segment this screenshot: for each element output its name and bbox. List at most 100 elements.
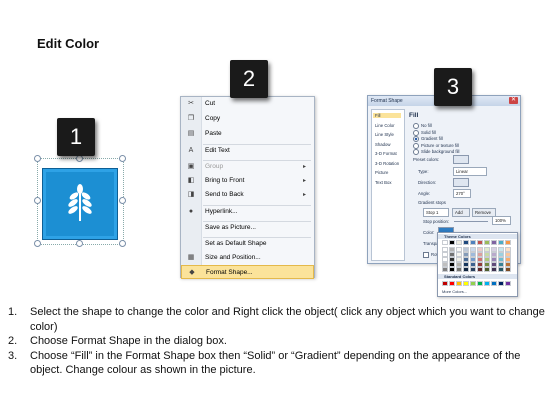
category-picture[interactable]: Picture [375, 170, 388, 175]
stop-position-slider[interactable] [454, 221, 488, 222]
category-3-d-rotation[interactable]: 3-D Rotation [375, 161, 399, 166]
menu-item-label: Format Shape... [206, 269, 253, 276]
menu-item-label: Send to Back [205, 191, 244, 198]
radio-icon[interactable] [413, 149, 419, 155]
category-fill[interactable]: Fill [373, 113, 401, 118]
color-swatch[interactable] [470, 267, 476, 272]
scissors-icon: ✂ [188, 100, 194, 107]
resize-handle[interactable] [76, 240, 83, 247]
bring-front-icon: ◧ [187, 177, 195, 184]
color-swatch[interactable] [449, 240, 455, 245]
fill-option-label: Picture or texture fill [421, 142, 459, 148]
menu-item-group[interactable]: ▣ Group ▸ [181, 160, 314, 174]
resize-handle[interactable] [34, 155, 41, 162]
color-label: Color: [423, 230, 435, 235]
resize-handle[interactable] [76, 155, 83, 162]
standard-color-swatch[interactable] [477, 281, 483, 286]
color-swatch[interactable] [456, 267, 462, 272]
resize-handle[interactable] [34, 240, 41, 247]
instruction-text: Choose “Fill” in the Format Shape box th… [30, 349, 521, 377]
color-swatch[interactable] [442, 267, 448, 272]
instruction-number: 1. [8, 306, 18, 318]
fill-option-picture-or-texture-fill[interactable]: Picture or texture fill [413, 142, 459, 149]
standard-color-swatch[interactable] [456, 281, 462, 286]
radio-icon[interactable] [413, 123, 419, 129]
category-text-box[interactable]: Text Box [375, 180, 391, 185]
menu-item-hyperlink[interactable]: ● Hyperlink... [181, 205, 314, 219]
category-line-color[interactable]: Line Color [375, 123, 395, 128]
color-swatch[interactable] [463, 267, 469, 272]
menu-item-label: Save as Picture... [205, 224, 256, 231]
fill-option-no-fill[interactable]: No fill [413, 123, 432, 129]
color-swatch[interactable] [477, 267, 483, 272]
color-swatch[interactable] [491, 240, 497, 245]
radio-icon[interactable] [413, 142, 419, 149]
standard-color-swatch[interactable] [449, 281, 455, 286]
resize-handle[interactable] [34, 197, 41, 204]
standard-color-swatch[interactable] [463, 281, 469, 286]
menu-separator [203, 205, 311, 206]
menu-item-bring-to-front[interactable]: ◧ Bring to Front ▸ [181, 174, 314, 188]
color-swatch[interactable] [484, 240, 490, 245]
color-swatch[interactable] [505, 240, 511, 245]
stop-position-input[interactable]: 100% [492, 216, 511, 225]
menu-item-paste[interactable]: ▤ Paste [181, 127, 314, 141]
fill-option-label: Solid fill [421, 129, 436, 135]
color-swatch[interactable] [470, 240, 476, 245]
add-button[interactable]: Add [452, 208, 470, 217]
page-title: Edit Color [37, 36, 100, 51]
color-swatch[interactable] [442, 240, 448, 245]
color-swatch[interactable] [498, 240, 504, 245]
menu-item-set-as-default-shape[interactable]: Set as Default Shape [181, 237, 314, 251]
instruction-item: 3. Choose “Fill” in the Format Shape box … [8, 349, 553, 378]
type-select[interactable]: Linear [453, 167, 487, 176]
close-icon[interactable]: ✕ [509, 97, 518, 104]
more-colors-link[interactable]: More Colors... [442, 289, 467, 294]
color-swatch[interactable] [505, 267, 511, 272]
stop-select[interactable]: Stop 1 [423, 208, 449, 217]
angle-input[interactable]: 270° [453, 189, 471, 198]
preset-colors-button[interactable] [453, 155, 469, 164]
stop-position-label: Stop position: [423, 219, 450, 224]
radio-icon[interactable] [413, 136, 419, 142]
menu-item-size-and-position[interactable]: ▦ Size and Position... [181, 251, 314, 265]
standard-color-swatch[interactable] [442, 281, 448, 286]
direction-button[interactable] [453, 178, 469, 187]
resize-handle[interactable] [119, 197, 126, 204]
color-swatch[interactable] [498, 267, 504, 272]
category-3-d-format[interactable]: 3-D Format [375, 151, 397, 156]
menu-separator [203, 237, 311, 238]
resize-handle[interactable] [119, 155, 126, 162]
menu-item-save-as-picture[interactable]: Save as Picture... [181, 221, 314, 235]
menu-item-copy[interactable]: ❐ Copy [181, 112, 314, 126]
standard-color-swatch[interactable] [470, 281, 476, 286]
color-swatch[interactable] [491, 267, 497, 272]
color-swatch[interactable] [456, 240, 462, 245]
standard-color-swatch[interactable] [484, 281, 490, 286]
step-badge-1: 1 [57, 118, 95, 156]
standard-color-swatch[interactable] [491, 281, 497, 286]
category-shadow[interactable]: Shadow [375, 142, 391, 147]
color-swatch[interactable] [463, 240, 469, 245]
menu-item-format-shape[interactable]: ◆ Format Shape... [181, 265, 314, 279]
menu-item-cut[interactable]: ✂ Cut [181, 97, 314, 111]
resize-handle[interactable] [119, 240, 126, 247]
color-swatch[interactable] [484, 267, 490, 272]
menu-item-send-to-back[interactable]: ◨ Send to Back ▸ [181, 188, 314, 202]
menu-separator [203, 221, 311, 222]
color-swatch[interactable] [449, 267, 455, 272]
standard-color-swatch[interactable] [498, 281, 504, 286]
fill-option-label: Slide background fill [421, 149, 460, 155]
category-line-style[interactable]: Line Style [375, 132, 394, 137]
standard-color-swatch[interactable] [505, 281, 511, 286]
radio-icon[interactable] [413, 129, 419, 136]
fill-option-solid-fill[interactable]: Solid fill [413, 129, 436, 136]
fill-option-gradient-fill[interactable]: Gradient fill [413, 136, 443, 142]
color-swatch[interactable] [477, 240, 483, 245]
blue-shape[interactable] [42, 168, 118, 240]
fill-option-label: No fill [421, 123, 432, 129]
chevron-right-icon: ▸ [302, 192, 306, 198]
dialog-title: Format Shape [371, 98, 403, 104]
standard-colors-header: Standard Colors [438, 274, 517, 279]
menu-item-edit-text[interactable]: A Edit Text [181, 144, 314, 158]
